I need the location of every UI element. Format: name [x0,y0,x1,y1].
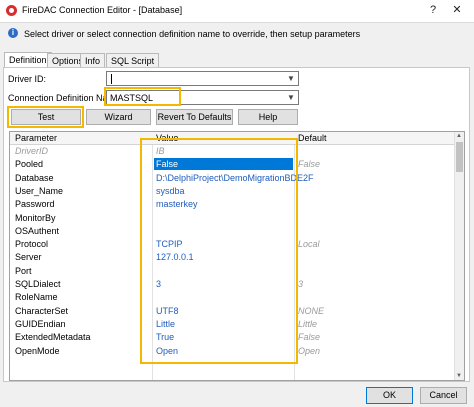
scroll-down-icon[interactable]: ▼ [456,373,462,379]
scroll-up-icon[interactable]: ▲ [456,133,462,139]
param-name: OSAuthent [15,226,60,236]
window-title: FireDAC Connection Editor - [Database] [22,5,183,15]
param-name: MonitorBy [15,213,56,223]
revert-to-defaults-button[interactable]: Revert To Defaults [156,109,233,125]
param-name: User_Name [15,186,64,196]
dialog-footer: OK Cancel [0,384,474,407]
firedac-icon [6,5,17,16]
param-default: 3 [298,279,304,289]
header-parameter: Parameter [15,133,58,143]
param-name: Port [15,266,32,276]
chevron-down-icon[interactable]: ▼ [284,72,298,85]
param-name: SQLDialect [15,279,61,289]
param-name: Database [15,173,54,183]
param-name: Protocol [15,239,49,249]
param-name: DriverID [15,146,48,156]
param-name: GUIDEndian [15,319,66,329]
header-default: Default [298,133,327,143]
firedac-connection-editor-window: FireDAC Connection Editor - [Database] ?… [0,0,474,407]
param-default: Open [298,346,321,356]
param-name: RoleName [15,292,58,302]
param-default: Little [298,319,318,329]
wizard-button[interactable]: Wizard [86,109,151,125]
param-name: Pooled [15,159,44,169]
param-default: False [298,332,321,342]
param-name: ExtendedMetadata [15,332,91,342]
info-text: Select driver or select connection defin… [24,29,361,39]
param-default: Local [298,239,320,249]
info-icon: i [8,28,18,38]
param-default: NONE [298,306,325,316]
tab-info[interactable]: Info [80,53,106,68]
param-name: Server [15,252,42,262]
text-cursor [111,74,112,84]
ok-button[interactable]: OK [366,387,413,404]
scroll-thumb[interactable] [456,142,463,172]
param-default: False [298,159,321,169]
driver-id-label: Driver ID: [8,74,46,84]
driver-id-combo[interactable]: ▼ [106,71,299,86]
grid-scrollbar[interactable]: ▲ ▼ [454,132,464,380]
highlight-conn-def-name [104,87,181,106]
info-bar: i Select driver or select connection def… [0,23,474,45]
highlight-value-column [140,138,298,364]
help-icon[interactable]: ? [424,3,442,18]
cancel-button[interactable]: Cancel [420,387,467,404]
close-icon[interactable]: ✕ [448,3,466,18]
highlight-test-button [7,106,84,128]
tab-sql-script[interactable]: SQL Script [106,53,160,68]
param-name: CharacterSet [15,306,69,316]
param-name: Password [15,199,55,209]
chevron-down-icon[interactable]: ▼ [284,91,298,104]
title-bar: FireDAC Connection Editor - [Database] ?… [0,0,474,23]
help-button[interactable]: Help [238,109,298,125]
param-name: OpenMode [15,346,60,356]
